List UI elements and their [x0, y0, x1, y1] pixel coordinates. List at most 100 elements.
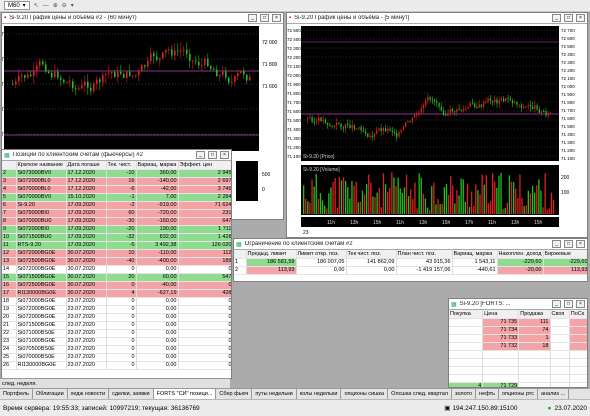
column-header[interactable] [2, 161, 17, 170]
cursor-icon[interactable]: ↖ [34, 2, 39, 9]
orderbook-row[interactable] [449, 374, 587, 383]
candle-body [45, 64, 47, 72]
orderbook-row[interactable] [449, 350, 587, 359]
minimize-button[interactable]: _ [552, 240, 561, 248]
workspace-tab[interactable]: FORTS "СИ" позици... [153, 389, 217, 399]
x-tick-label: 13h [350, 220, 359, 226]
table-row[interactable]: 7 Si079000BI0 17.09.2020 60 -720,00 231 [2, 209, 231, 218]
table-row[interactable]: 21 Si071500BG0E 23.07.2020 0 0,00 0 [2, 321, 231, 330]
workspace-tab[interactable]: Олсшка след. квартал [388, 389, 452, 399]
workspace-tab[interactable]: колы недельки [297, 389, 342, 399]
maximize-button[interactable]: □ [564, 300, 573, 308]
table-row[interactable]: 23 Si071000BG0E 23.07.2020 0 0,00 0 [2, 337, 231, 346]
maximize-button[interactable]: □ [564, 240, 573, 248]
table-row[interactable]: 22 Si071000BS0E 23.07.2020 0 0,00 0 [2, 329, 231, 338]
minimize-button[interactable]: _ [196, 151, 205, 159]
table-row[interactable]: 18 Si073000BG0E 23.07.2020 0 0,00 0 [2, 297, 231, 306]
table-row[interactable]: 12 Si072000BG0E 30.07.2020 10 -110,00 112 [2, 249, 231, 258]
table-row[interactable]: 25 Si070000BS0E 23.07.2020 0 0,00 0 [2, 353, 231, 362]
orderbook-row[interactable]: 71 733 1 [449, 334, 587, 343]
candle-body [494, 99, 496, 103]
table-row[interactable]: 10 Si071500BU0 17.09.2020 -32 832,00 1 428 [2, 233, 231, 242]
candle-body [387, 128, 389, 132]
column-header[interactable]: Лимит откр. поз. [296, 250, 347, 259]
column-header[interactable]: Биржевые [543, 250, 587, 259]
close-button[interactable]: × [576, 240, 585, 248]
workspace-tab[interactable]: хедж новости [68, 389, 110, 399]
column-header[interactable]: Тек. чист. [106, 161, 137, 170]
table-row[interactable]: 14 Si072000BG0E 30.07.2020 0 0,00 0 [2, 265, 231, 274]
table-row[interactable]: 6 Si-9.20 17.09.2020 -2 -919,00 71 624 [2, 201, 231, 210]
cell-name: Si072500BG0E [16, 257, 67, 266]
cell-n: 6 [2, 201, 17, 210]
close-button[interactable]: × [272, 14, 281, 22]
workspace-tab[interactable]: анализ ... [538, 389, 570, 399]
table-row[interactable]: 20 Si072000BG0E 23.07.2020 0 0,00 0 [2, 313, 231, 322]
minimize-button[interactable]: _ [248, 14, 257, 22]
volume-bar [429, 209, 431, 214]
network-icon: ▣ [444, 405, 451, 412]
minimize-button[interactable]: _ [552, 14, 561, 22]
table-row[interactable]: 13 Si072500BG0E 30.07.2020 -40 -400,00 189 [2, 257, 231, 266]
workspace-tab[interactable]: опционы ртс [499, 389, 538, 399]
price-chart[interactable]: 72 500 72 400 72 300 72 200 72 100 72 000 71 9… [287, 24, 588, 238]
close-button[interactable]: × [576, 14, 585, 22]
workspace-tab[interactable]: Облигации [33, 389, 68, 399]
workspace-tab[interactable]: сделки, заявки [109, 389, 154, 399]
maximize-button[interactable]: □ [564, 14, 573, 22]
table-row[interactable]: 11 RTS-9.20 17.09.2020 -5 3 492,38 126 020 [2, 241, 231, 250]
interval-combo[interactable]: M60 ▾ [4, 1, 30, 10]
orderbook-row[interactable] [449, 358, 587, 367]
zoom-out-icon[interactable]: ⊖ [62, 2, 67, 9]
cell-price: 0 [178, 297, 231, 306]
orderbook-row[interactable]: 71 734 74 [449, 326, 587, 335]
candle-body [313, 121, 315, 123]
candle-body [531, 106, 534, 110]
table-row[interactable]: 17 RI130000BG0E 30.07.2020 4 -627,19 428 [2, 289, 231, 298]
minimize-button[interactable]: _ [552, 300, 561, 308]
workspace-tab[interactable]: нефть [476, 389, 499, 399]
table-row[interactable]: 15 Si071500BG0E 30.07.2020 20 60,00 547 [2, 273, 231, 282]
orderbook-row[interactable]: 71 735 111 [449, 318, 587, 327]
line-tool-icon[interactable]: — [43, 3, 49, 9]
volume-bar [420, 177, 422, 214]
workspace-tab[interactable]: опционы сишка [341, 389, 389, 399]
zoom-in-icon[interactable]: ⊕ [53, 2, 58, 9]
column-header[interactable]: Эффект. цен [178, 161, 231, 170]
workspace-tab[interactable]: Портфель [0, 389, 33, 399]
close-button[interactable]: × [576, 300, 585, 308]
volume-bar [412, 199, 414, 214]
table-row[interactable]: 2 113,93 0,00 0,00 -1 419 157,06 -440,61 -20,0… [234, 266, 587, 275]
table-row[interactable]: 1 186 581,59 186 007,05 141 862,09 43 915,36… [234, 258, 587, 267]
column-header[interactable] [234, 250, 247, 259]
column-header[interactable]: Вариац. маржа [136, 161, 179, 170]
orderbook-row[interactable]: 71 732 18 [449, 342, 587, 351]
table-row[interactable]: 4 Si070000BL0 17.12.2020 -6 -42,00 3 746 [2, 185, 231, 194]
maximize-button[interactable]: □ [208, 151, 217, 159]
volume-bar [445, 184, 448, 214]
table-row[interactable]: 19 Si072000BG0E 23.07.2020 0 0,00 0 [2, 305, 231, 314]
table-row[interactable]: 3 Si072000BL0 17.12.2020 16 -140,00 2 697 [2, 177, 231, 186]
table-row[interactable]: 24 Si070500BS0E 23.07.2020 0 0,00 0 [2, 345, 231, 354]
column-header[interactable]: План чист. поз. [396, 250, 453, 259]
close-button[interactable]: × [220, 151, 229, 159]
table-row[interactable]: 2 Si073000BV0 17.12.2020 -10 360,00 2 945 [2, 169, 231, 178]
table-row[interactable]: 26 RI130000BG0E 23.07.2020 0 0,00 0 [2, 361, 231, 370]
column-header[interactable]: Предыд. лимит [246, 250, 297, 259]
chevron-down-icon[interactable]: ▾ [71, 2, 74, 9]
column-header[interactable]: Вариац. маржа [452, 250, 498, 259]
table-row[interactable]: 8 Si070000BU0 17.09.2020 -30 -160,00 647 [2, 217, 231, 226]
workspace-tab[interactable]: золото [452, 389, 477, 399]
table-row[interactable]: 9 Si072000BI0 17.09.2020 -20 190,00 1 711 [2, 225, 231, 234]
column-header[interactable]: Тек чист. поз. [346, 250, 397, 259]
orderbook-row[interactable] [449, 366, 587, 375]
table-row[interactable]: 16 Si072500BG0E 30.07.2020 0 -40,00 0 [2, 281, 231, 290]
volume-bar [384, 184, 387, 214]
column-header[interactable]: Накоплен. доход [497, 250, 544, 259]
workspace-tab[interactable]: Сбер фьюч [216, 389, 253, 399]
maximize-button[interactable]: □ [260, 14, 269, 22]
workspace-tab[interactable]: путы недельки [252, 389, 297, 399]
column-header[interactable]: Краткое название [16, 161, 67, 170]
column-header[interactable]: Дата погаше [66, 161, 107, 170]
table-row[interactable]: 5 Si070000BV0 15.10.2020 -1 7,00 2 284 [2, 193, 231, 202]
